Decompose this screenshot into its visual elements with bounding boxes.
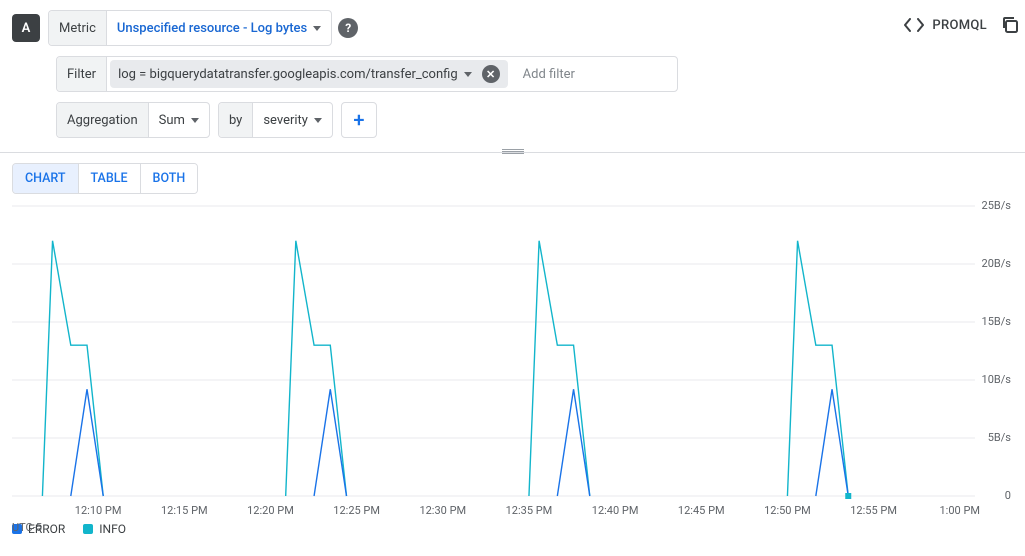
line-chart[interactable]: 0 5B/s 10B/s 15B/s 20B/s 25B/s 12:10 PM 12:15 P… bbox=[12, 200, 1013, 520]
chevron-down-icon bbox=[191, 118, 199, 123]
svg-text:12:45 PM: 12:45 PM bbox=[678, 504, 725, 517]
metric-value: Unspecified resource - Log bytes bbox=[117, 21, 307, 36]
tab-chart[interactable]: CHART bbox=[13, 164, 79, 193]
copy-icon[interactable] bbox=[1001, 16, 1019, 34]
svg-text:20B/s: 20B/s bbox=[982, 257, 1012, 270]
chevron-down-icon bbox=[313, 26, 321, 31]
chevron-down-icon bbox=[464, 72, 472, 77]
filter-chip[interactable]: log = bigquerydatatransfer.googleapis.co… bbox=[110, 60, 508, 88]
svg-text:12:55 PM: 12:55 PM bbox=[850, 504, 897, 517]
filter-chip-text: log = bigquerydatatransfer.googleapis.co… bbox=[118, 67, 458, 82]
legend-swatch bbox=[83, 524, 93, 534]
by-value: severity bbox=[263, 113, 308, 128]
chevron-down-icon bbox=[314, 118, 322, 123]
aggregation-selector[interactable]: Aggregation Sum bbox=[56, 102, 210, 138]
tab-table[interactable]: TABLE bbox=[79, 164, 141, 193]
help-icon[interactable]: ? bbox=[338, 18, 358, 38]
svg-text:12:25 PM: 12:25 PM bbox=[333, 504, 380, 517]
filter-box: Filter log = bigquerydatatransfer.google… bbox=[56, 56, 678, 92]
drag-handle-icon[interactable] bbox=[502, 149, 524, 154]
divider bbox=[0, 152, 1025, 153]
filter-label: Filter bbox=[57, 57, 107, 91]
aggregation-value: Sum bbox=[159, 113, 185, 128]
tab-both[interactable]: BOTH bbox=[141, 164, 198, 193]
promql-button[interactable]: PROMQL bbox=[932, 18, 987, 33]
svg-text:12:40 PM: 12:40 PM bbox=[592, 504, 639, 517]
svg-text:12:30 PM: 12:30 PM bbox=[419, 504, 466, 517]
svg-text:10B/s: 10B/s bbox=[982, 373, 1012, 386]
svg-text:12:10 PM: 12:10 PM bbox=[75, 504, 122, 517]
legend: UTC-5 ERROR INFO bbox=[12, 522, 1013, 536]
legend-item-info[interactable]: INFO bbox=[83, 522, 126, 536]
svg-text:1:00 PM: 1:00 PM bbox=[940, 504, 981, 517]
svg-text:12:15 PM: 12:15 PM bbox=[161, 504, 208, 517]
code-icon bbox=[904, 18, 924, 32]
view-tabs: CHART TABLE BOTH bbox=[12, 163, 198, 194]
svg-text:25B/s: 25B/s bbox=[982, 200, 1012, 212]
groupby-selector[interactable]: by severity bbox=[218, 102, 333, 138]
close-icon[interactable]: ✕ bbox=[482, 65, 500, 83]
aggregation-label: Aggregation bbox=[57, 103, 149, 137]
svg-text:0: 0 bbox=[1005, 489, 1011, 502]
svg-text:15B/s: 15B/s bbox=[982, 315, 1012, 328]
svg-text:12:35 PM: 12:35 PM bbox=[506, 504, 553, 517]
by-label: by bbox=[219, 103, 253, 137]
metric-selector[interactable]: Metric Unspecified resource - Log bytes bbox=[48, 10, 332, 46]
metric-label: Metric bbox=[49, 11, 107, 45]
svg-text:12:50 PM: 12:50 PM bbox=[764, 504, 811, 517]
add-button[interactable]: + bbox=[341, 102, 377, 138]
svg-text:12:20 PM: 12:20 PM bbox=[247, 504, 294, 517]
series-chip[interactable]: A bbox=[12, 14, 40, 42]
legend-label: INFO bbox=[99, 522, 126, 536]
svg-text:5B/s: 5B/s bbox=[988, 431, 1012, 444]
add-filter-input[interactable]: Add filter bbox=[511, 67, 587, 82]
